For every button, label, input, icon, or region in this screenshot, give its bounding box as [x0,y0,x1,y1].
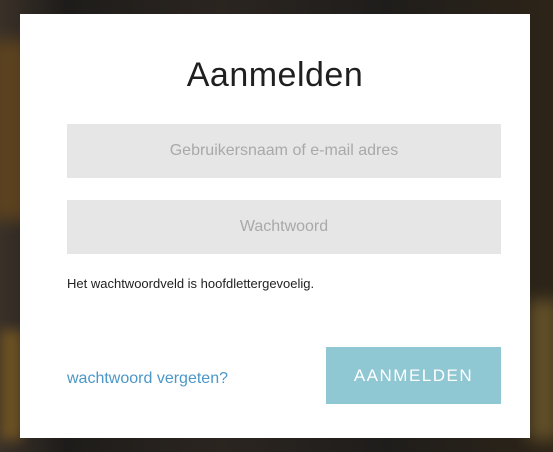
username-input[interactable] [67,124,501,178]
password-case-hint: Het wachtwoordveld is hoofdlettergevoeli… [67,276,315,291]
dialog-title: Aanmelden [186,56,364,94]
forgot-password-link[interactable]: wachtwoord vergeten? [67,370,228,388]
backdrop-glow [529,300,553,440]
login-button[interactable]: AANMELDEN [326,347,501,404]
backdrop-glow [0,330,22,440]
login-dialog: Aanmelden Het wachtwoordveld is hoofdlet… [20,14,530,438]
password-input[interactable] [67,200,501,254]
